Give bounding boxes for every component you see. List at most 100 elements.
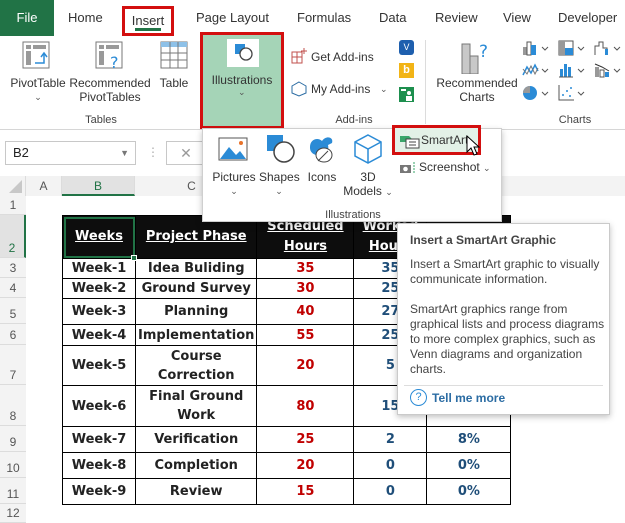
table-button[interactable]: Table	[155, 76, 193, 90]
cell-pct[interactable]: 8%	[426, 426, 512, 453]
column-chart-button[interactable]	[522, 40, 556, 56]
row-header-7[interactable]: 7	[0, 345, 26, 385]
my-addins-button[interactable]: My Add-ins	[311, 82, 370, 96]
recommended-charts-button[interactable]: Recommended Charts	[434, 76, 520, 104]
row-header-10[interactable]: 10	[0, 452, 26, 478]
header-weeks[interactable]: Weeks	[62, 215, 136, 259]
cell-phase[interactable]: Planning	[134, 298, 258, 325]
line-chart-button[interactable]	[522, 62, 556, 78]
cell-scheduled[interactable]: 15	[256, 478, 355, 505]
tab-insert[interactable]: Insert	[122, 6, 174, 36]
scatter-chart-button[interactable]	[558, 84, 592, 102]
bing-maps-icon[interactable]: b	[399, 63, 414, 78]
cell-scheduled[interactable]: 55	[256, 324, 355, 346]
illustrations-label: Illustrations	[211, 73, 273, 87]
pivot-table-button[interactable]: PivotTable ⌄	[8, 76, 68, 104]
cell-phase[interactable]: Implementation	[134, 324, 258, 346]
row-header-1[interactable]: 1	[0, 196, 26, 215]
cell-scheduled[interactable]: 30	[256, 278, 355, 299]
cell-pct[interactable]: 0%	[426, 478, 512, 505]
cell-scheduled[interactable]: 20	[256, 345, 355, 386]
shapes-icon	[227, 39, 259, 67]
cell-worked[interactable]: 2	[353, 426, 428, 453]
tab-home[interactable]: Home	[68, 0, 103, 36]
cell-week[interactable]: Week-9	[62, 478, 136, 505]
screenshot-label: Screenshot	[419, 160, 480, 174]
cell-scheduled[interactable]: 25	[256, 426, 355, 453]
tab-developer[interactable]: Developer	[558, 0, 617, 36]
cell-scheduled[interactable]: 40	[256, 298, 355, 325]
chevron-down-icon: ⌄	[483, 163, 491, 173]
svg-text:?: ?	[110, 53, 119, 69]
icons-button[interactable]: Icons	[303, 170, 341, 184]
3d-models-button[interactable]: 3D Models ⌄	[339, 170, 397, 199]
cell-week[interactable]: Week-7	[62, 426, 136, 453]
statistic-chart-button[interactable]	[558, 62, 592, 78]
row-header-3[interactable]: 3	[0, 258, 26, 278]
cell-scheduled[interactable]: 20	[256, 452, 355, 479]
tab-file[interactable]: File	[0, 0, 54, 36]
select-all-corner[interactable]	[0, 176, 26, 196]
row-header-2[interactable]: 2	[0, 215, 26, 258]
cancel-formula-icon[interactable]: ✕	[166, 141, 206, 165]
row-header-9[interactable]: 9	[0, 426, 26, 452]
row-header-5[interactable]: 5	[0, 298, 26, 324]
tab-insert-label: Insert	[131, 13, 165, 28]
row-header-12[interactable]: 12	[0, 504, 26, 523]
cell-scheduled[interactable]: 35	[256, 258, 355, 279]
cell-week[interactable]: Week-4	[62, 324, 136, 346]
column-header-a[interactable]: A	[26, 176, 62, 196]
row-header-11[interactable]: 11	[0, 478, 26, 504]
get-addins-button[interactable]: Get Add-ins	[311, 50, 374, 64]
tell-me-more-link[interactable]: Tell me more	[432, 391, 505, 405]
cell-week[interactable]: Week-8	[62, 452, 136, 479]
combo-chart-button[interactable]	[594, 62, 625, 78]
tab-view[interactable]: View	[503, 0, 531, 36]
cell-pct[interactable]: 0%	[426, 452, 512, 479]
cell-phase[interactable]: Final Ground Work	[134, 385, 258, 427]
cell-week[interactable]: Week-3	[62, 298, 136, 325]
cell-worked[interactable]: 0	[353, 478, 428, 505]
cell-phase[interactable]: Verification	[134, 426, 258, 453]
help-icon[interactable]: ?	[410, 389, 427, 406]
cell-week[interactable]: Week-6	[62, 385, 136, 427]
cell-week[interactable]: Week-5	[62, 345, 136, 386]
shapes-button[interactable]: Shapes ⌄	[259, 170, 300, 198]
tab-formulas[interactable]: Formulas	[297, 0, 351, 36]
illustrations-button[interactable]: Illustrations ⌄	[200, 32, 284, 129]
visio-icon[interactable]: V	[399, 40, 414, 55]
recommended-pivottables-button[interactable]: Recommended PivotTables	[68, 76, 152, 104]
people-graph-icon[interactable]	[399, 87, 414, 102]
fill-handle[interactable]	[131, 255, 137, 261]
screenshot-button[interactable]: Screenshot ⌄	[419, 160, 491, 175]
cell-phase[interactable]: Idea Buliding	[134, 258, 258, 279]
pie-chart-button[interactable]	[522, 84, 556, 102]
cell-phase[interactable]: Course Correction	[134, 345, 258, 386]
pictures-button[interactable]: Pictures ⌄	[209, 170, 259, 198]
my-addins-dropdown[interactable]: ⌄	[380, 84, 388, 95]
name-box-value: B2	[13, 145, 29, 160]
row-header-4[interactable]: 4	[0, 278, 26, 298]
tab-data[interactable]: Data	[379, 0, 406, 36]
tab-page-layout[interactable]: Page Layout	[196, 0, 269, 36]
cell-phase[interactable]: Review	[134, 478, 258, 505]
3d-models-label-1: 3D	[360, 170, 376, 184]
smartart-tooltip: Insert a SmartArt Graphic Insert a Smart…	[397, 223, 610, 415]
cell-phase[interactable]: Ground Survey	[134, 278, 258, 299]
name-box[interactable]: B2 ▼	[5, 141, 136, 165]
cell-week[interactable]: Week-2	[62, 278, 136, 299]
row-header-8[interactable]: 8	[0, 385, 26, 426]
cell-week[interactable]: Week-1	[62, 258, 136, 279]
cell-phase[interactable]: Completion	[134, 452, 258, 479]
cell-worked[interactable]: 0	[353, 452, 428, 479]
recommended-charts-icon: ?	[460, 40, 496, 75]
tab-review[interactable]: Review	[435, 0, 478, 36]
cell-scheduled[interactable]: 80	[256, 385, 355, 427]
row-header-6[interactable]: 6	[0, 324, 26, 345]
column-header-b[interactable]: B	[62, 176, 135, 196]
mouse-cursor-icon	[466, 134, 482, 157]
chevron-down-icon: ⌄	[275, 186, 283, 196]
recommended-charts-label-2: Charts	[459, 90, 495, 104]
waterfall-chart-button[interactable]	[594, 40, 625, 56]
hierarchy-chart-button[interactable]	[558, 40, 592, 56]
